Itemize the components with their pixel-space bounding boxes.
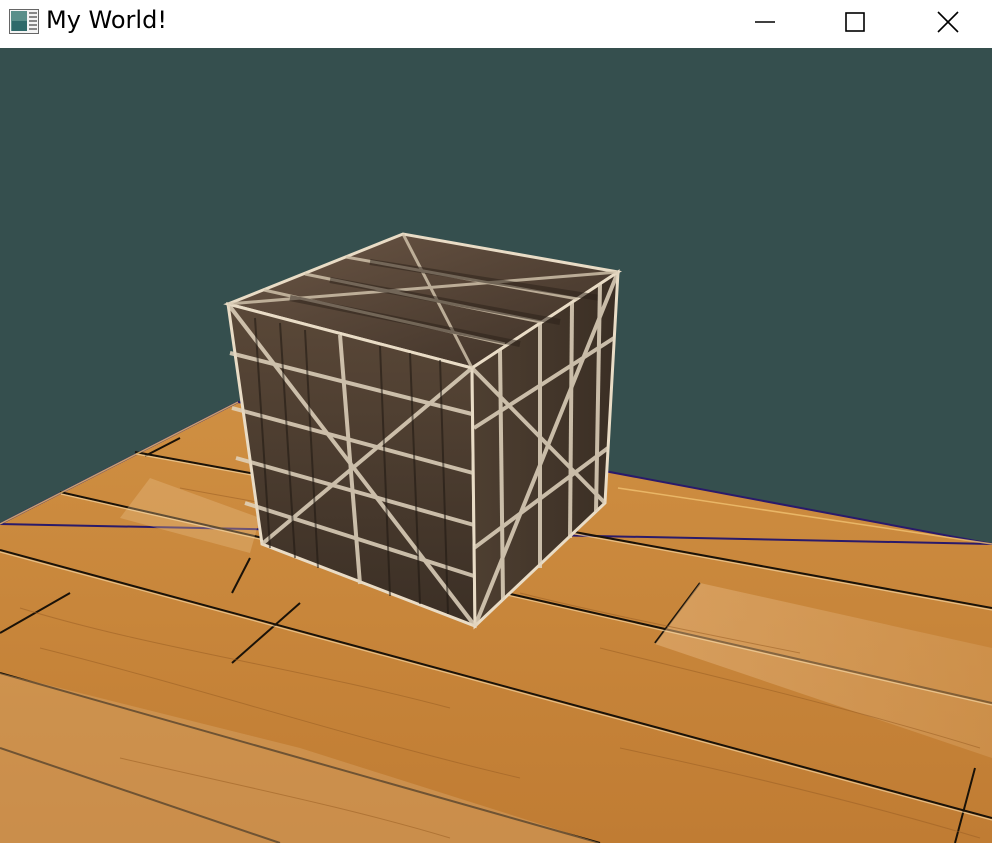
minimize-button[interactable]	[742, 0, 788, 44]
maximize-button[interactable]	[832, 0, 878, 44]
maximize-icon	[845, 12, 865, 32]
minimize-icon	[755, 21, 775, 23]
title-bar[interactable]: My World!	[0, 0, 992, 48]
window-title: My World!	[46, 6, 167, 34]
render-viewport[interactable]	[0, 48, 992, 843]
close-button[interactable]	[925, 0, 971, 44]
close-icon	[937, 11, 959, 33]
app-icon	[9, 9, 39, 34]
